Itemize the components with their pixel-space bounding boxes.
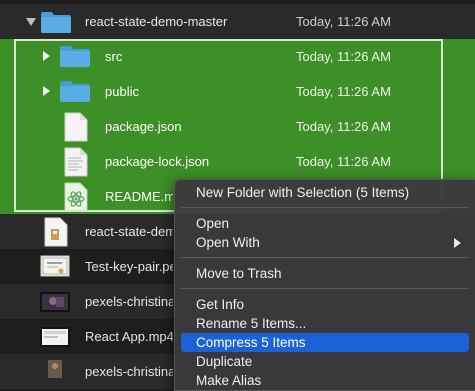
file-date: Today, 11:26 AM [296, 119, 391, 134]
disclosure-expanded-icon[interactable] [26, 18, 36, 26]
document-icon [64, 147, 88, 177]
file-row-package-json[interactable]: package.json Today, 11:26 AM [0, 109, 475, 144]
menu-item-label: Compress 5 Items [196, 335, 306, 350]
menu-item-label: Move to Trash [196, 266, 282, 281]
menu-item-rename[interactable]: Rename 5 Items... [181, 314, 469, 333]
file-name: public [105, 84, 139, 99]
submenu-arrow-icon [454, 238, 461, 248]
menu-item-duplicate[interactable]: Duplicate [181, 352, 469, 371]
menu-item-new-folder-with-selection[interactable]: New Folder with Selection (5 Items) [181, 183, 469, 202]
file-row-src[interactable]: src Today, 11:26 AM [0, 39, 475, 74]
file-name: package-lock.json [105, 154, 210, 169]
menu-item-open-with[interactable]: Open With [181, 233, 469, 252]
menu-item-label: New Folder with Selection (5 Items) [196, 185, 410, 200]
menu-item-label: Get Info [196, 297, 245, 312]
disclosure-collapsed-icon[interactable] [43, 86, 50, 96]
folder-icon [41, 12, 71, 33]
menu-item-label: Open With [196, 235, 260, 250]
menu-item-make-alias[interactable]: Make Alias [181, 371, 469, 390]
menu-item-open[interactable]: Open [181, 214, 469, 233]
file-row-public[interactable]: public Today, 11:26 AM [0, 74, 475, 109]
menu-item-label: Duplicate [196, 354, 253, 369]
folder-icon [60, 46, 90, 67]
context-menu: New Folder with Selection (5 Items) Open… [174, 179, 475, 391]
file-date: Today, 11:26 AM [296, 84, 391, 99]
disclosure-collapsed-icon[interactable] [43, 51, 50, 61]
file-name: pexels-christina [85, 294, 173, 309]
file-name: package.json [105, 119, 182, 134]
file-date: Today, 11:26 AM [296, 14, 391, 29]
folder-icon [60, 81, 90, 102]
file-name: src [105, 49, 123, 64]
file-date: Today, 11:26 AM [296, 49, 391, 64]
file-name: react-state-demo-master.zip [85, 224, 173, 239]
file-row-react-state-demo-master[interactable]: react-state-demo-master Today, 11:26 AM [0, 4, 475, 39]
atom-icon [64, 182, 88, 212]
menu-separator [181, 288, 469, 289]
file-name: pexels-christina [85, 364, 173, 379]
certificate-icon [40, 255, 70, 277]
menu-separator [181, 257, 469, 258]
document-icon [64, 112, 88, 142]
menu-item-label: Make Alias [196, 373, 262, 388]
file-row-package-lock-json[interactable]: package-lock.json Today, 11:26 AM [0, 144, 475, 179]
file-date: Today, 11:26 AM [296, 154, 391, 169]
file-name: react-state-demo-master [85, 14, 228, 29]
video-thumbnail-icon [40, 292, 70, 312]
menu-separator [181, 207, 469, 208]
file-name: README.md [105, 189, 173, 204]
image-thumbnail-icon [40, 359, 70, 379]
menu-item-move-to-trash[interactable]: Move to Trash [181, 264, 469, 283]
menu-item-label: Rename 5 Items... [196, 316, 307, 331]
menu-item-label: Open [196, 216, 230, 231]
video-thumbnail-icon [40, 327, 70, 347]
menu-item-get-info[interactable]: Get Info [181, 295, 469, 314]
menu-item-compress[interactable]: Compress 5 Items [181, 333, 469, 352]
zip-icon [44, 217, 68, 247]
file-name: Test-key-pair.pem [85, 259, 173, 274]
file-name: React App.mp4 [85, 329, 173, 344]
